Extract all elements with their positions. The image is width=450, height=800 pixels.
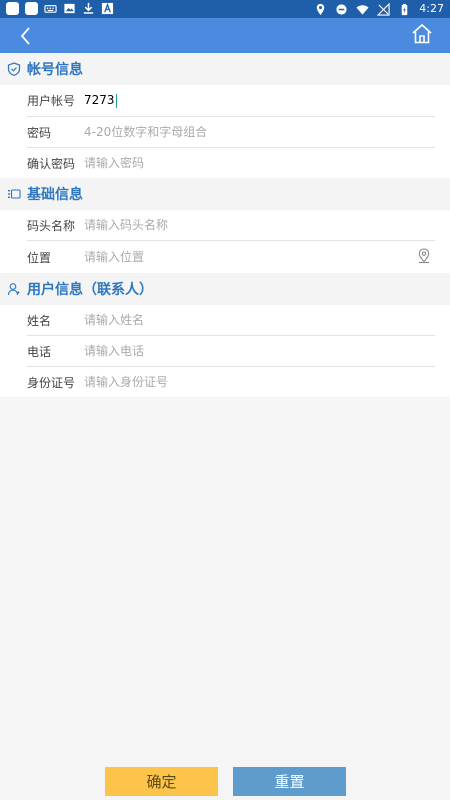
wifi-icon [356,4,369,15]
person-icon [7,283,20,296]
section-user-title: 用户信息（联系人） [27,282,153,298]
app-notification-icon [25,2,38,15]
section-basic-header: 基础信息 [0,178,450,210]
home-icon[interactable] [410,22,434,46]
clock: 4:27 [419,2,444,15]
list-icon [8,189,21,199]
keyboard-icon [44,5,57,13]
section-user-header: 用户信息（联系人） [0,273,450,305]
confirm-password-field[interactable] [84,156,435,170]
no-signal-icon [377,2,390,16]
shield-check-icon [7,62,21,76]
status-bar: 4:27 [0,0,450,18]
section-basic-title: 基础信息 [27,187,83,203]
section-account-header: 帐号信息 [0,53,450,85]
location-label: 位置 [27,250,52,265]
username-value: 7273 [84,93,115,108]
dock-name-field[interactable] [84,218,435,232]
password-label: 密码 [27,125,52,140]
location-field[interactable] [84,250,435,264]
back-arrow-icon[interactable] [14,24,38,48]
dock-name-row: 码头名称 [27,210,435,241]
system-icons: 4:27 [314,1,444,17]
confirm-password-row: 确认密码 [27,148,435,178]
username-row: 用户帐号 7273 [27,85,435,117]
id-number-field[interactable] [84,375,435,389]
name-label: 姓名 [27,313,52,328]
app-notification-icon [6,2,19,15]
username-label: 用户帐号 [27,94,76,108]
phone-field[interactable] [84,344,435,358]
font-icon [101,2,114,15]
phone-row: 电话 [27,336,435,367]
confirm-password-label: 确认密码 [27,156,76,171]
battery-charging-icon [402,3,408,15]
id-number-row: 身份证号 [27,367,435,397]
section-user-rows: 姓名 电话 身份证号 [0,305,450,397]
dock-name-label: 码头名称 [27,218,76,233]
name-field[interactable] [84,313,435,327]
text-cursor [115,93,117,108]
confirm-button[interactable]: 确定 [105,767,218,796]
section-account-rows: 用户帐号 7273 密码 确认密码 [0,85,450,178]
do-not-disturb-icon [336,3,347,15]
name-row: 姓名 [27,305,435,336]
phone-label: 电话 [27,344,52,359]
app-bar [0,18,450,53]
password-field[interactable] [84,125,435,139]
password-row: 密码 [27,117,435,148]
location-pin-icon[interactable] [417,248,431,264]
location-row: 位置 [27,241,435,273]
download-icon [83,2,94,14]
section-basic-rows: 码头名称 位置 [0,210,450,273]
notification-icons [6,2,114,15]
registration-form: 帐号信息 用户帐号 7273 密码 确认密码 基础信息 码头名称 位置 [0,53,450,397]
reset-button[interactable]: 重置 [233,767,346,796]
id-number-label: 身份证号 [27,375,76,390]
image-icon [64,3,75,14]
location-icon [317,3,325,15]
section-account-title: 帐号信息 [27,62,83,78]
username-field[interactable]: 7273 [84,93,435,108]
